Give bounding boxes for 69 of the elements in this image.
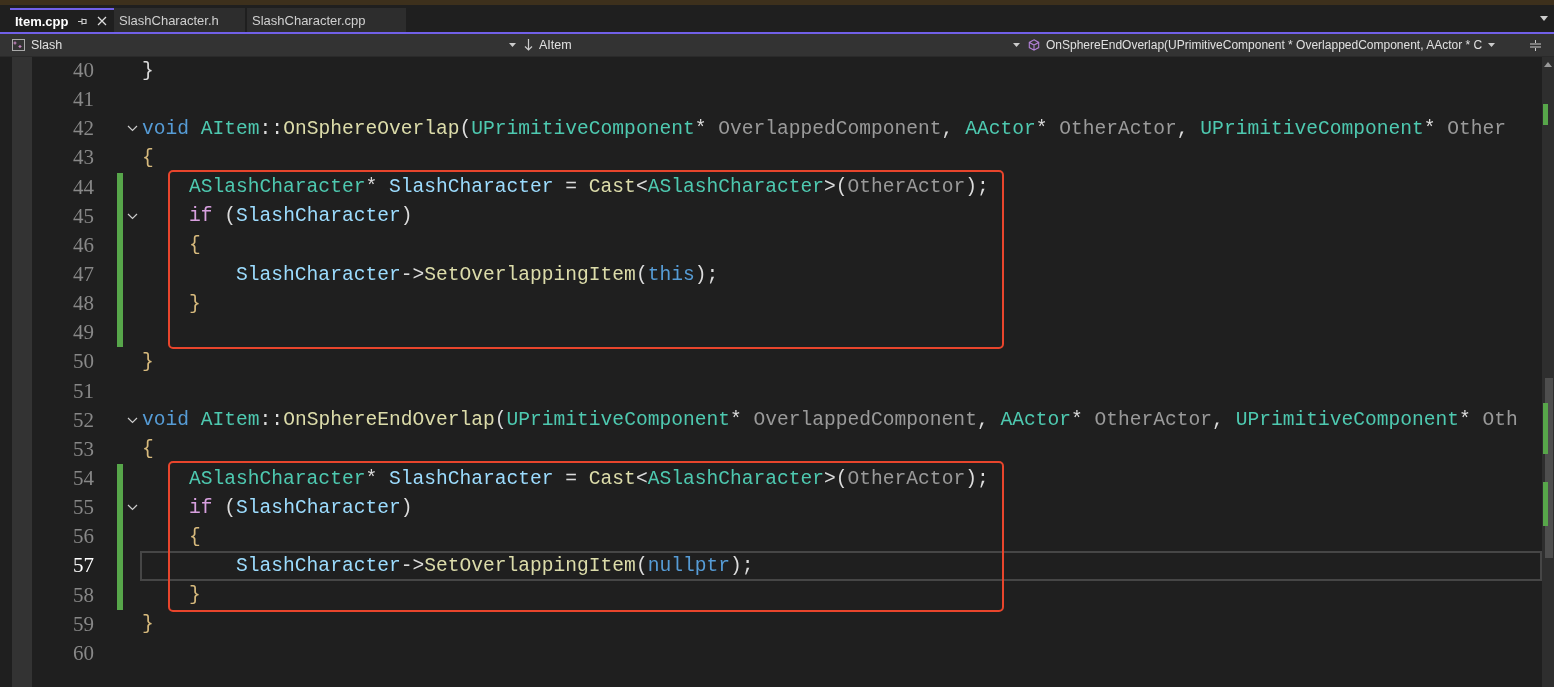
code-line: { [142, 438, 154, 461]
project-dropdown[interactable]: Slash [12, 35, 520, 55]
collapse-icon[interactable] [127, 504, 138, 512]
line-number: 51 [72, 378, 94, 404]
line-number: 59 [72, 611, 94, 637]
tab-label: SlashCharacter.h [119, 12, 219, 28]
code-line: void AItem::OnSphereEndOverlap(UPrimitiveComponent* OverlappedComponent, AActor* OtherActor, UPrimitiveComponent* Oth [142, 409, 1518, 432]
cube-icon [1028, 39, 1040, 51]
line-number: 40 [72, 58, 94, 84]
line-number: 56 [72, 524, 94, 550]
scope-name: AItem [539, 38, 572, 52]
code-line: } [142, 613, 154, 636]
editor-tab[interactable]: SlashCharacter.cpp [247, 8, 406, 32]
change-marker [1543, 104, 1548, 125]
line-number: 41 [72, 87, 94, 113]
scope-dropdown[interactable]: AItem [524, 35, 1024, 55]
collapse-icon[interactable] [127, 212, 138, 220]
dropdown-icon[interactable] [1540, 16, 1548, 21]
code-line: ASlashCharacter* SlashCharacter = Cast<ASlashCharacter>(OtherActor); [188, 467, 989, 490]
code-line: { [188, 234, 201, 257]
member-name: OnSphereEndOverlap(UPrimitiveComponent * OverlappedComponent, AActor * C [1046, 38, 1483, 52]
change-marker [1543, 403, 1548, 454]
collapse-icon[interactable] [127, 416, 138, 424]
tab-label: Item.cpp [15, 13, 69, 29]
line-number: 58 [72, 582, 94, 608]
project-name: Slash [31, 38, 63, 52]
code-line: if (SlashCharacter) [188, 496, 413, 519]
line-number: 60 [72, 640, 94, 666]
code-line: SlashCharacter->SetOverlappingItem(this); [235, 263, 719, 286]
caret-icon [1488, 43, 1496, 47]
change-marker [1543, 482, 1548, 526]
code-line: } [142, 59, 154, 82]
line-number: 47 [72, 262, 94, 288]
split-icon[interactable] [1530, 39, 1541, 51]
project-icon [12, 39, 25, 51]
editor-tab[interactable]: Item.cpp [10, 8, 114, 32]
member-dropdown[interactable]: OnSphereEndOverlap(UPrimitiveComponent * OverlappedComponent, AActor * C [1028, 35, 1524, 55]
line-number: 42 [72, 116, 94, 142]
editor-tab[interactable]: SlashCharacter.h [114, 8, 245, 32]
collapse-icon[interactable] [127, 125, 138, 133]
line-number: 52 [72, 407, 94, 433]
line-number: 57 [72, 553, 94, 579]
code-line: } [188, 584, 201, 607]
line-number: 50 [72, 349, 94, 375]
line-number: 54 [72, 466, 94, 492]
line-number: 49 [72, 320, 94, 346]
caret-icon [1013, 43, 1020, 47]
line-number: 53 [72, 436, 94, 462]
line-number: 45 [72, 203, 94, 229]
code-line: } [142, 350, 154, 373]
code-line: void AItem::OnSphereOverlap(UPrimitiveComponent* OverlappedComponent, AActor* OtherActor, UPrimitiveComponent* Other [142, 117, 1507, 140]
up-arrow-icon[interactable] [1544, 62, 1552, 67]
caret-icon [509, 43, 516, 47]
line-number: 44 [72, 174, 94, 200]
line-number: 46 [72, 232, 94, 258]
scrollbar[interactable] [1542, 57, 1554, 687]
close-icon[interactable] [97, 16, 108, 26]
code-line: { [188, 525, 201, 548]
code-line: SlashCharacter->SetOverlappingItem(nullptr); [235, 554, 754, 577]
line-number: 55 [72, 495, 94, 521]
line-number: 48 [72, 291, 94, 317]
tab-label: SlashCharacter.cpp [252, 12, 366, 28]
line-number: 43 [72, 145, 94, 171]
code-line: ASlashCharacter* SlashCharacter = Cast<ASlashCharacter>(OtherActor); [188, 176, 989, 199]
code-line: if (SlashCharacter) [188, 205, 413, 228]
down-arrow-icon [524, 39, 533, 51]
code-line: } [188, 292, 201, 315]
code-line: { [142, 147, 154, 169]
pin-icon[interactable] [77, 16, 89, 26]
